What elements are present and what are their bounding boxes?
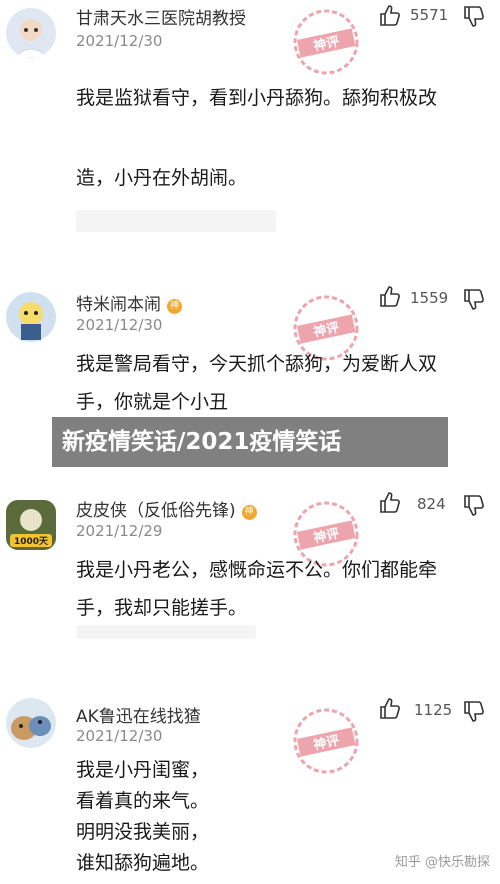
username[interactable]: 甘肃天水三医院胡教授 [76, 4, 246, 29]
like-count: 824 [417, 495, 446, 513]
comment-line: 我是监狱看守，看到小丹舔狗。舔狗积极改 [76, 87, 438, 109]
comment-line: 手，我却只能搓手。 [76, 597, 248, 619]
title-banner: 新疫情笑话/2021疫情笑话 [52, 417, 448, 467]
comment-line: 我是小丹老公，感慨命运不公。你们都能牵 [76, 559, 438, 581]
avatar[interactable] [6, 292, 56, 342]
avatar[interactable]: 1000天 [6, 500, 56, 550]
thumbs-down-icon[interactable] [462, 4, 486, 28]
comment-line: 手，你就是个小丑 [76, 391, 229, 413]
avatar[interactable] [6, 698, 56, 748]
comment-date: 2021/12/29 [76, 522, 163, 540]
comment-line: 我是小丹闺蜜， [76, 759, 210, 781]
like-count: 5571 [410, 6, 449, 24]
thumbs-down-icon[interactable] [462, 287, 486, 311]
username[interactable]: 皮皮侠（反低俗先锋) 神 [76, 496, 257, 521]
comment-line: 我是警局看守，今天抓个舔狗，为爱断人双 [76, 353, 438, 375]
like-count: 1559 [410, 289, 449, 307]
comment-date: 2021/12/30 [76, 316, 163, 334]
comment-text: 我是小丹老公，感慨命运不公。你们都能牵 手，我却只能搓手。 [76, 551, 490, 627]
comment-text: 我是警局看守，今天抓个舔狗，为爱断人双 手，你就是个小丑 [76, 345, 490, 421]
thumbs-up-icon[interactable] [378, 491, 402, 515]
zhihu-watermark: 知乎 @快乐勘探 [394, 855, 490, 870]
comment-line: 明明没我美丽， [76, 821, 210, 843]
thumbs-down-icon[interactable] [462, 699, 486, 723]
username[interactable]: 特米闹本闹神 [76, 290, 182, 315]
username-text[interactable]: 皮皮侠（反低俗先锋) [76, 501, 236, 521]
comment-date: 2021/12/30 [76, 727, 163, 745]
badge-icon: 神 [241, 505, 257, 520]
thumbs-up-icon[interactable] [378, 4, 402, 28]
avatar-days-text: 1000天 [14, 536, 49, 547]
thumbs-up-icon[interactable] [378, 697, 402, 721]
username[interactable]: AK鲁迅在线找猹 [76, 702, 201, 727]
blurred-text [76, 210, 276, 232]
username-text[interactable]: 特米闹本闹 [76, 295, 161, 315]
thumbs-up-icon[interactable] [378, 285, 402, 309]
like-count: 1125 [414, 701, 453, 719]
blurred-text [76, 625, 256, 639]
comment-date: 2021/12/30 [76, 32, 163, 50]
comment-line: 看着真的来气。 [76, 790, 210, 812]
comment-line: 造，小丹在外胡闹。 [76, 167, 248, 189]
avatar[interactable] [6, 8, 56, 58]
badge-icon: 神 [167, 299, 182, 314]
thumbs-down-icon[interactable] [462, 493, 486, 517]
comment-text: 我是监狱看守，看到小丹舔狗。舔狗积极改 造，小丹在外胡闹。 [76, 58, 490, 218]
